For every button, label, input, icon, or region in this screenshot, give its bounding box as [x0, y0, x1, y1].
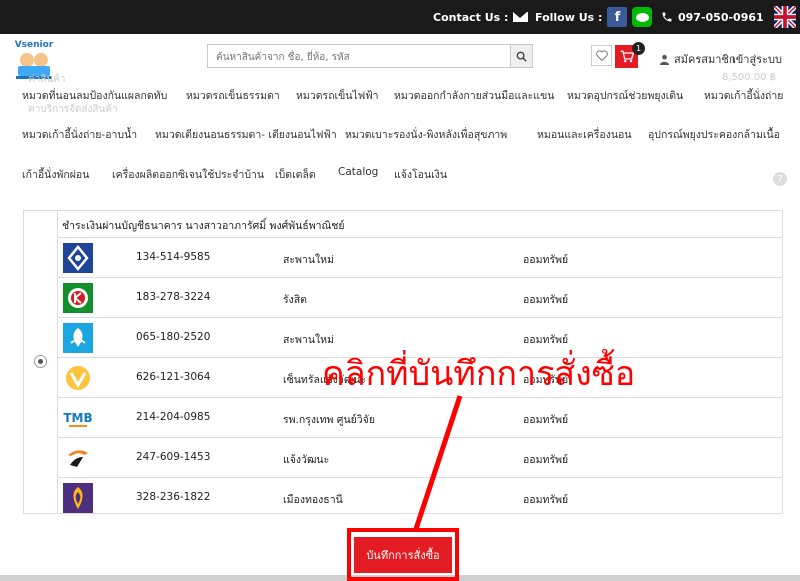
tbank-icon: [63, 443, 93, 473]
wishlist-button[interactable]: [591, 45, 612, 66]
search-icon: [516, 51, 527, 62]
top-bar: Contact Us : Follow Us : f 097-050-0961: [0, 0, 800, 34]
instruction-annotation: คลิกที่บันทึกการสั่งซื้อ: [322, 354, 636, 394]
help-icon[interactable]: ?: [773, 172, 787, 186]
branch-name: เมืองทองธานี: [283, 494, 343, 506]
login-link[interactable]: เข้าสู่ระบบ: [732, 50, 782, 68]
menu-item[interactable]: หมวดอุปกรณ์ช่วยพยุงเดิน: [567, 87, 683, 104]
register-label: สมัครสมาชิก: [674, 53, 736, 66]
follow-us: Follow Us : f: [535, 0, 653, 34]
table-row: 134-514-9585 สะพานใหม่ ออมทรัพย์: [58, 237, 782, 277]
menu-item[interactable]: หมวดเก้าอี้นั่งถ่าย-อาบน้ำ: [22, 126, 137, 143]
phone-icon: [662, 12, 672, 22]
account-number: 626-121-3064: [136, 371, 211, 383]
radio-column: [24, 211, 58, 513]
branch-name: รังสิต: [283, 294, 307, 306]
contact-us-link[interactable]: Contact Us :: [433, 0, 529, 34]
kbank-icon: [63, 283, 93, 313]
search-box: [207, 44, 533, 69]
line-icon[interactable]: [632, 7, 653, 27]
menu-item[interactable]: หมวดออกกำลังกายส่วนมือและแขน: [394, 87, 554, 104]
bank-transfer-radio[interactable]: [34, 355, 47, 368]
menu-item[interactable]: หมอนและเครื่องนอน: [537, 126, 632, 143]
account-type: ออมทรัพย์: [523, 254, 569, 266]
menu-item[interactable]: เครื่องผลิตออกซิเจนใช้ประจำบ้าน: [112, 166, 264, 183]
header: Vsenior 1 สมัครสมาชิก เข้าสู่ระบบ: [0, 34, 800, 80]
branch-name: รพ.กรุงเทพ ศูนย์วิจัย: [283, 414, 375, 426]
ghost-shipping-label: ค่าบริการจัดส่งสินค้า: [28, 104, 118, 115]
bbl-bank-icon: [63, 243, 93, 273]
account-type: ออมทรัพย์: [523, 414, 569, 426]
menu-item[interactable]: หมวดเบาะรองนั่ง-พิงหลังเพื่อสุขภาพ: [345, 126, 507, 143]
table-row: TMB 214-204-0985 รพ.กรุงเทพ ศูนย์วิจัย อ…: [58, 397, 782, 437]
svg-text:TMB: TMB: [63, 411, 92, 425]
account-number: 183-278-3224: [136, 291, 211, 303]
menu-item[interactable]: หมวดเตียงนอนธรรมดา- เตียงนอนไฟฟ้า: [155, 126, 337, 143]
facebook-icon[interactable]: f: [607, 7, 628, 27]
envelope-icon: [513, 12, 529, 22]
table-row: 247-609-1453 แจ้งวัฒนะ ออมทรัพย์: [58, 437, 782, 477]
cart-count-badge: 1: [632, 42, 645, 55]
menu-item[interactable]: อุปกรณ์พยุงประคองกล้ามเนื้อ: [648, 126, 780, 143]
krungsri-bank-icon: [63, 363, 93, 393]
branch-name: สะพานใหม่: [283, 254, 335, 266]
account-number: 134-514-9585: [136, 251, 211, 263]
menu-item[interactable]: หมวดรถเข็นไฟฟ้า: [296, 87, 379, 104]
ghost-amount: 8,500.00 ฿: [722, 72, 777, 83]
account-type: ออมทรัพย์: [523, 294, 569, 306]
phone-number: 097-050-0961: [678, 10, 764, 24]
user-icon: [659, 54, 670, 65]
menu-item[interactable]: หมวดเก้าอี้นั่งถ่าย: [704, 87, 783, 104]
menu-item[interactable]: หมวดรถเข็นธรรมดา: [186, 87, 280, 104]
search-input[interactable]: [208, 46, 508, 69]
account-type: ออมทรัพย์: [523, 454, 569, 466]
payment-title: ชำระเงินผ่านบัญชีธนาคาร นางสาวอาภารัศมิ์…: [62, 220, 345, 232]
table-row: 328-236-1822 เมืองทองธานี ออมทรัพย์: [58, 477, 782, 514]
logo-text: Vsenior: [15, 40, 54, 50]
ghost-subtotal-label: ค่าสินค้า: [28, 74, 66, 85]
register-link[interactable]: สมัครสมาชิก: [659, 50, 736, 68]
account-number: 214-204-0985: [136, 411, 211, 423]
phone-link[interactable]: 097-050-0961: [661, 0, 764, 34]
scb-bank-icon: [63, 483, 93, 513]
ktb-bank-icon: [63, 323, 93, 353]
menu-item[interactable]: เก้าอี้นั่งพักผ่อน: [22, 166, 89, 183]
menu-item[interactable]: หมวดที่นอนลมป้องกันแผลกดทับ: [22, 87, 167, 104]
follow-label: Follow Us :: [535, 10, 603, 24]
uk-flag-icon[interactable]: [774, 6, 796, 28]
menu-item[interactable]: แจ้งโอนเงิน: [394, 166, 447, 183]
branch-name: แจ้งวัฒนะ: [283, 454, 330, 466]
account-type: ออมทรัพย์: [523, 494, 569, 506]
account-number: 247-609-1453: [136, 451, 211, 463]
tmb-bank-icon: TMB: [63, 403, 93, 433]
search-button[interactable]: [510, 45, 532, 67]
menu-item[interactable]: เบ็ดเตล็ด: [275, 166, 316, 183]
cart-icon: [620, 50, 634, 63]
contact-label: Contact Us :: [433, 10, 509, 24]
menu-item[interactable]: Catalog: [338, 166, 378, 178]
save-order-button[interactable]: บันทึกการสั่งซื้อ: [354, 537, 452, 573]
heart-icon: [595, 50, 608, 61]
table-row: 183-278-3224 รังสิต ออมทรัพย์: [58, 277, 782, 317]
account-number: 065-180-2520: [136, 331, 211, 343]
account-number: 328-236-1822: [136, 491, 211, 503]
